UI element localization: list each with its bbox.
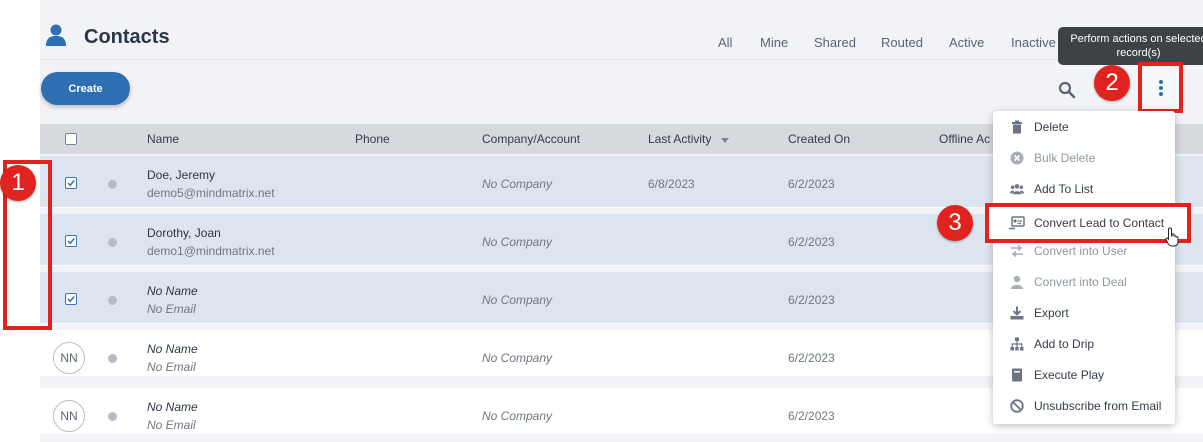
more-actions-button[interactable] (1138, 62, 1183, 113)
status-dot (108, 180, 117, 189)
check-icon (67, 295, 75, 303)
column-name[interactable]: Name (147, 132, 179, 146)
contact-company: No Company (482, 409, 553, 423)
contact-email: No Email (147, 302, 196, 316)
contact-company: No Company (482, 351, 553, 365)
menu-item-label: Add to Drip (1034, 337, 1095, 351)
trash-icon (1012, 120, 1022, 134)
contact-created-on: 6/2/2023 (788, 293, 835, 307)
contact-company: No Company (482, 293, 553, 307)
tab-active[interactable]: Active (949, 35, 984, 50)
marker-2: 2 (1094, 65, 1130, 101)
check-icon (67, 237, 75, 245)
avatar[interactable]: NN (53, 342, 85, 374)
contact-company: No Company (482, 177, 553, 191)
menu-item-execute-play[interactable]: Execute Play (993, 359, 1175, 390)
menu-item-add-to-list[interactable]: Add To List (993, 173, 1175, 204)
book-icon (1012, 368, 1022, 382)
hand-cursor-icon (1165, 227, 1179, 247)
tab-routed[interactable]: Routed (881, 35, 923, 50)
menu-item-add-to-drip[interactable]: Add to Drip (993, 328, 1175, 359)
contact-name[interactable]: No Name (147, 400, 198, 414)
search-icon[interactable] (1058, 81, 1076, 99)
contact-name[interactable]: Dorothy, Joan (147, 226, 221, 240)
ban-icon (1010, 399, 1024, 413)
contact-company: No Company (482, 235, 553, 249)
filter-tabs: All Mine Shared Routed Active Inactive (40, 35, 1203, 51)
contact-last-activity: 6/8/2023 (648, 177, 695, 191)
menu-item-export[interactable]: Export (993, 297, 1175, 328)
menu-item-delete[interactable]: Delete (993, 111, 1175, 142)
menu-item-label: Export (1034, 306, 1069, 320)
column-last-activity[interactable]: Last Activity (648, 132, 711, 146)
page-header: Contacts All Mine Shared Routed Active I… (40, 0, 1203, 60)
user-deal-icon (1011, 275, 1023, 289)
kebab-icon (1158, 79, 1163, 96)
menu-item-label: Convert into Deal (1034, 275, 1127, 289)
contact-email: demo1@mindmatrix.net (147, 244, 275, 258)
marker-3: 3 (937, 205, 973, 241)
contact-created-on: 6/2/2023 (788, 177, 835, 191)
column-created-on[interactable]: Created On (788, 132, 850, 146)
status-dot (108, 238, 117, 247)
status-dot (108, 412, 117, 421)
contact-name[interactable]: No Name (147, 342, 198, 356)
contact-created-on: 6/2/2023 (788, 235, 835, 249)
circle-x-icon (1010, 151, 1024, 165)
contact-name[interactable]: No Name (147, 284, 198, 298)
menu-item-label: Convert Lead to Contact (1034, 216, 1165, 230)
menu-item-label: Bulk Delete (1034, 151, 1096, 165)
marker-1: 1 (0, 165, 36, 201)
contact-created-on: 6/2/2023 (788, 409, 835, 423)
download-icon (1010, 306, 1024, 320)
menu-item-bulk-delete[interactable]: Bulk Delete (993, 142, 1175, 173)
contact-email: No Email (147, 418, 196, 432)
contact-email: No Email (147, 360, 196, 374)
menu-item-label: Convert into User (1034, 244, 1128, 258)
status-dot (108, 354, 117, 363)
column-offline-activity[interactable]: Offline Ac (939, 132, 990, 146)
avatar[interactable]: NN (53, 400, 85, 432)
actions-menu: Delete Bulk Delete Add To List Convert i… (993, 111, 1175, 424)
menu-item-unsubscribe[interactable]: Unsubscribe from Email (993, 390, 1175, 421)
create-button[interactable]: Create (41, 72, 130, 105)
status-dot (108, 296, 117, 305)
convert-card-icon (1009, 216, 1025, 230)
sort-desc-icon (721, 138, 729, 143)
menu-item-convert-lead-to-contact[interactable]: Convert Lead to Contact (985, 203, 1191, 243)
row-checkbox[interactable] (65, 293, 77, 305)
row-checkbox[interactable] (65, 177, 77, 189)
menu-item-label: Add To List (1034, 182, 1094, 196)
actions-tooltip: Perform actions on selected record(s) (1058, 27, 1203, 65)
contact-name[interactable]: Doe, Jeremy (147, 168, 215, 182)
column-company[interactable]: Company/Account (482, 132, 580, 146)
column-phone[interactable]: Phone (355, 132, 390, 146)
contact-email: demo5@mindmatrix.net (147, 186, 275, 200)
swap-arrows-icon (1011, 244, 1023, 258)
tab-mine[interactable]: Mine (760, 35, 788, 50)
row-checkbox[interactable] (65, 235, 77, 247)
contact-created-on: 6/2/2023 (788, 351, 835, 365)
menu-item-label: Execute Play (1034, 368, 1105, 382)
select-all-checkbox[interactable] (65, 133, 77, 145)
menu-item-label: Unsubscribe from Email (1034, 399, 1162, 413)
sitemap-icon (1010, 337, 1024, 351)
menu-item-convert-into-deal[interactable]: Convert into Deal (993, 266, 1175, 297)
tab-all[interactable]: All (718, 35, 732, 50)
check-icon (67, 179, 75, 187)
users-icon (1010, 184, 1024, 195)
menu-item-label: Delete (1034, 120, 1069, 134)
tab-inactive[interactable]: Inactive (1011, 35, 1056, 50)
tab-shared[interactable]: Shared (814, 35, 856, 50)
